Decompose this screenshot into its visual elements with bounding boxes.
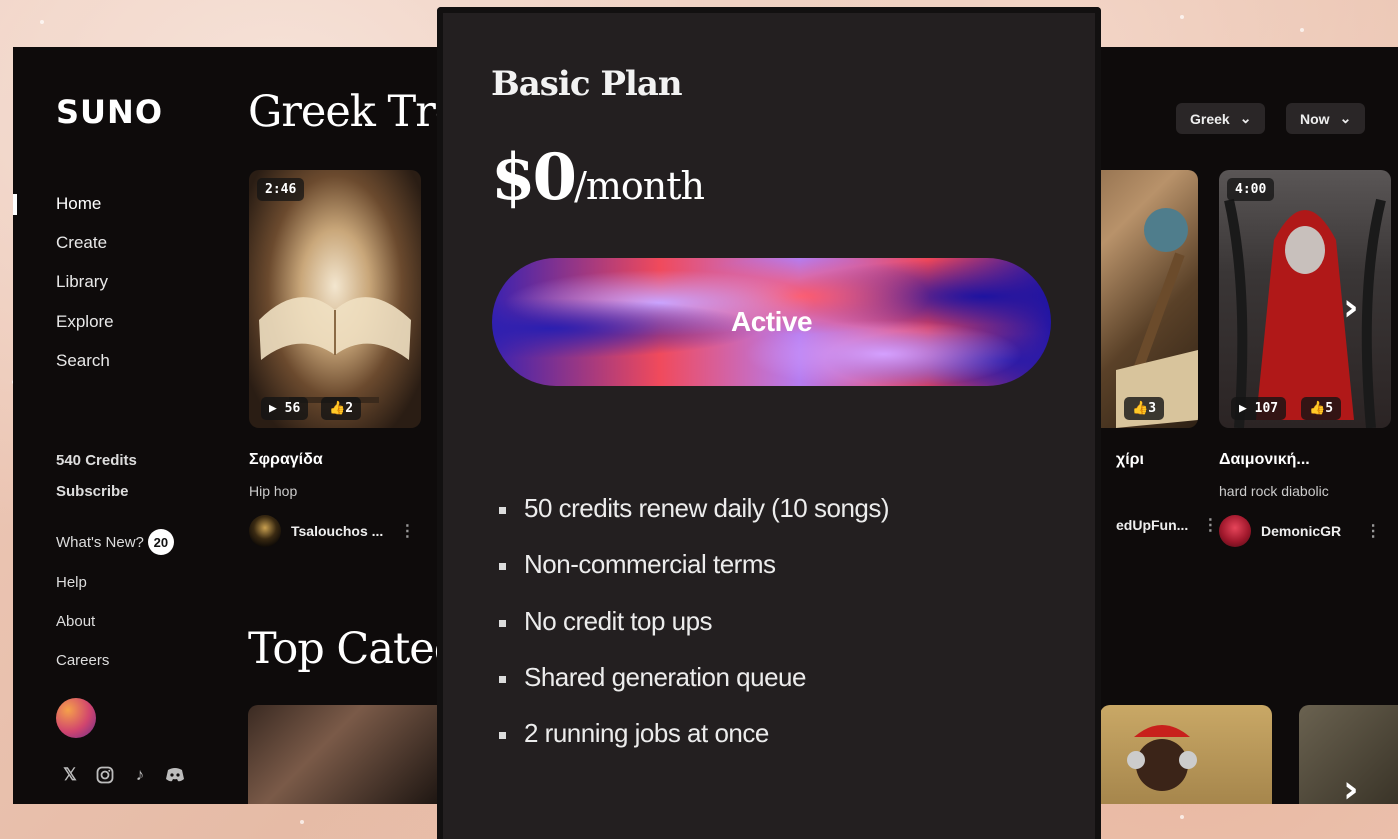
- like-count-value: 3: [1148, 401, 1157, 416]
- song-author[interactable]: edUpFun... ⋮: [1116, 515, 1218, 535]
- author-name: Tsalouchos ...: [291, 523, 384, 539]
- play-count: ▶ 56: [261, 397, 309, 420]
- song-title[interactable]: χίρι: [1116, 451, 1144, 469]
- more-options-icon[interactable]: ⋮: [1365, 521, 1381, 541]
- price-amount: $0: [491, 140, 577, 215]
- feature-list: 50 credits renew daily (10 songs) Non-co…: [499, 493, 890, 774]
- carousel-next-button[interactable]: ›: [1343, 767, 1359, 804]
- social-links: 𝕏 ♪: [60, 765, 185, 785]
- feature-text: No credit top ups: [524, 605, 713, 636]
- help-link[interactable]: Help: [56, 574, 87, 591]
- plan-name: Basic Plan: [491, 64, 683, 104]
- play-count-value: 107: [1254, 401, 1279, 416]
- main-nav: Home Create Library Explore Search: [56, 193, 114, 389]
- sidebar-item-search[interactable]: Search: [56, 350, 114, 389]
- sidebar-item-home[interactable]: Home: [56, 193, 114, 232]
- more-options-icon[interactable]: ⋮: [399, 521, 415, 541]
- song-author[interactable]: DemonicGR ⋮: [1219, 515, 1381, 547]
- suno-logo[interactable]: SUNO: [56, 93, 163, 131]
- category-card[interactable]: [248, 705, 438, 804]
- like-count: 👍2: [321, 397, 362, 420]
- time-filter-label: Now: [1300, 110, 1330, 127]
- feature-item: 2 running jobs at once: [499, 718, 889, 774]
- price-period: /month: [574, 164, 705, 208]
- play-count: ▶ 107: [1231, 397, 1287, 420]
- whats-new-link[interactable]: What's New? 20: [56, 529, 174, 555]
- sidebar: SUNO Home Create Library Explore Search …: [13, 47, 233, 804]
- active-nav-indicator: [13, 194, 17, 215]
- feature-text: 50 credits renew daily (10 songs): [524, 493, 890, 523]
- song-genre: hard rock diabolic: [1219, 483, 1329, 499]
- language-filter-label: Greek: [1190, 110, 1230, 127]
- author-avatar: [1219, 515, 1251, 547]
- feature-text: Non-commercial terms: [524, 549, 776, 580]
- active-plan-button[interactable]: Active: [492, 258, 1051, 386]
- author-name: edUpFun...: [1116, 517, 1189, 533]
- author-name: DemonicGR: [1261, 523, 1342, 539]
- carousel-next-button[interactable]: ›: [1343, 285, 1359, 329]
- credits-count[interactable]: 540 Credits: [56, 452, 137, 469]
- like-count: 👍3: [1124, 397, 1165, 420]
- careers-link[interactable]: Careers: [56, 652, 109, 669]
- plan-price: $0/month: [491, 140, 705, 215]
- discord-icon[interactable]: [165, 765, 185, 785]
- subscribe-link[interactable]: Subscribe: [56, 483, 129, 500]
- user-avatar[interactable]: [56, 698, 96, 738]
- like-count-value: 5: [1325, 401, 1334, 416]
- author-avatar: [249, 515, 281, 547]
- song-duration: 2:46: [257, 178, 305, 201]
- chevron-down-icon: ⌄: [1339, 110, 1352, 126]
- song-author[interactable]: Tsalouchos ... ⋮: [249, 515, 415, 547]
- whats-new-badge: 20: [147, 529, 174, 555]
- tiktok-icon[interactable]: ♪: [130, 765, 150, 785]
- song-duration: 4:00: [1227, 178, 1275, 201]
- sidebar-item-library[interactable]: Library: [56, 271, 114, 310]
- bullet-icon: [499, 675, 506, 683]
- bullet-icon: [499, 563, 506, 571]
- sidebar-item-create[interactable]: Create: [56, 232, 114, 271]
- feature-item: Non-commercial terms: [499, 549, 889, 605]
- song-title[interactable]: Σφραγίδα: [249, 451, 323, 469]
- feature-item: 50 credits renew daily (10 songs): [499, 493, 890, 549]
- bullet-icon: [499, 507, 506, 514]
- category-card[interactable]: [1100, 705, 1272, 804]
- more-options-icon[interactable]: ⋮: [1202, 515, 1218, 535]
- chevron-down-icon: ⌄: [1239, 110, 1252, 126]
- feature-text: 2 running jobs at once: [524, 718, 769, 749]
- bullet-icon: [499, 732, 506, 740]
- bullet-icon: [499, 619, 506, 627]
- feature-item: Shared generation queue: [499, 662, 889, 718]
- whats-new-label: What's New?: [56, 533, 144, 551]
- like-count: 👍5: [1301, 397, 1342, 420]
- song-genre: Hip hop: [249, 483, 298, 499]
- language-filter-dropdown[interactable]: Greek ⌄: [1176, 103, 1266, 134]
- plan-modal: Basic Plan $0/month Active 50 credits re…: [437, 7, 1101, 839]
- sidebar-item-explore[interactable]: Explore: [56, 311, 114, 350]
- song-cover[interactable]: 2:46 ▶ 56 👍2: [249, 170, 421, 428]
- song-title[interactable]: Δαιμονική...: [1219, 451, 1310, 469]
- play-count-value: 56: [284, 401, 301, 416]
- about-link[interactable]: About: [56, 613, 95, 630]
- x-icon[interactable]: 𝕏: [60, 765, 80, 785]
- instagram-icon[interactable]: [95, 765, 115, 785]
- feature-item: No credit top ups: [499, 606, 889, 662]
- feature-text: Shared generation queue: [524, 661, 806, 692]
- like-count-value: 2: [345, 401, 354, 416]
- song-cover[interactable]: 4:00 ▶ 107 👍5: [1219, 170, 1391, 428]
- time-filter-dropdown[interactable]: Now ⌄: [1286, 103, 1366, 134]
